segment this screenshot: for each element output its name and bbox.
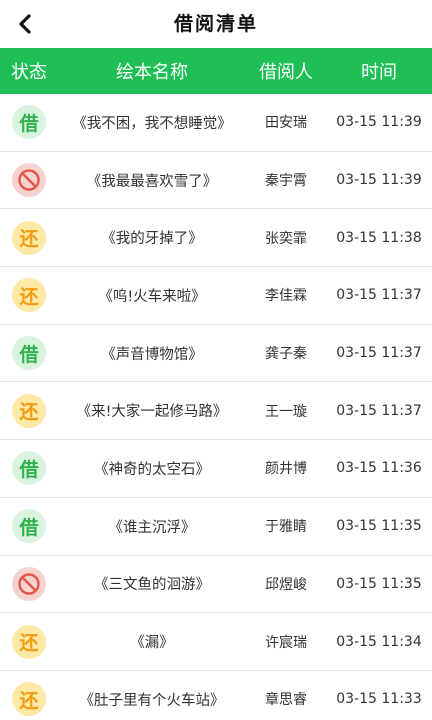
table-row[interactable]: 还 《漏》 许宸瑞 03-15 11:34 xyxy=(0,613,432,671)
status-cell: 还 xyxy=(0,278,58,313)
table-row[interactable]: 还 《来!大家一起修马路》 王一璇 03-15 11:37 xyxy=(0,382,432,441)
book-title: 《谁主沉浮》 xyxy=(108,519,196,536)
borrow-list: 借 《我不困，我不想睡觉》 田安瑞 03-15 11:39 《我最最喜欢雪了》 秦宇霄 03… xyxy=(0,94,432,720)
status-badge-return: 还 xyxy=(12,278,46,313)
status-badge-borrow: 借 xyxy=(12,451,46,486)
status-badge-borrow: 借 xyxy=(12,105,46,140)
borrower-name: 章思睿 xyxy=(265,692,307,709)
borrow-time: 03-15 11:39 xyxy=(336,114,422,131)
status-badge-borrow: 借 xyxy=(12,509,46,544)
borrow-time: 03-15 11:36 xyxy=(336,460,422,477)
book-title: 《我最最喜欢雪了》 xyxy=(86,173,218,190)
borrower-name: 田安瑞 xyxy=(265,115,307,132)
header-status: 状态 xyxy=(11,62,47,83)
borrower-name: 颜井博 xyxy=(265,461,307,478)
table-row[interactable]: 借 《神奇的太空石》 颜井博 03-15 11:36 xyxy=(0,440,432,498)
book-title: 《呜!火车来啦》 xyxy=(98,288,206,305)
status-cell: 借 xyxy=(0,451,58,486)
status-cell: 借 xyxy=(0,509,58,544)
borrower-name: 李佳霖 xyxy=(265,288,307,305)
borrow-time: 03-15 11:39 xyxy=(336,172,422,189)
borrower-name: 张奕霏 xyxy=(265,230,307,247)
borrow-time: 03-15 11:37 xyxy=(336,402,422,419)
status-cell: 借 xyxy=(0,105,58,140)
table-row[interactable]: 还 《肚子里有个火车站》 章思睿 03-15 11:33 xyxy=(0,670,432,720)
table-row[interactable]: 借 《声音博物馆》 龚子秦 03-15 11:37 xyxy=(0,324,432,383)
status-cell: 还 xyxy=(0,393,58,428)
status-cell: 还 xyxy=(0,682,58,717)
book-title: 《肚子里有个火车站》 xyxy=(79,692,225,709)
status-cell: 借 xyxy=(0,336,58,371)
header-borrower: 借阅人 xyxy=(259,62,313,83)
book-title: 《声音博物馆》 xyxy=(101,346,203,363)
book-title: 《我的牙掉了》 xyxy=(101,231,203,248)
status-cell xyxy=(0,163,58,198)
book-title: 《我不困，我不想睡觉》 xyxy=(72,115,232,132)
book-title: 《来!大家一起修马路》 xyxy=(76,404,228,421)
borrow-time: 03-15 11:38 xyxy=(336,229,422,246)
status-cell: 还 xyxy=(0,220,58,255)
header-book-title: 绘本名称 xyxy=(116,62,188,83)
prohibited-icon xyxy=(12,163,46,198)
table-row[interactable]: 《我最最喜欢雪了》 秦宇霄 03-15 11:39 xyxy=(0,151,432,210)
book-title: 《三文鱼的洄游》 xyxy=(94,577,210,594)
navigation-bar: 借阅清单 xyxy=(0,0,432,48)
borrower-name: 龚子秦 xyxy=(265,346,307,363)
status-badge-borrow: 借 xyxy=(12,336,46,371)
status-cell xyxy=(0,566,58,601)
book-title: 《漏》 xyxy=(130,635,174,652)
borrow-time: 03-15 11:35 xyxy=(336,575,422,592)
table-row[interactable]: 还 《我的牙掉了》 张奕霏 03-15 11:38 xyxy=(0,209,432,268)
borrower-name: 邱煜峻 xyxy=(265,576,307,593)
table-row[interactable]: 还 《呜!火车来啦》 李佳霖 03-15 11:37 xyxy=(0,267,432,325)
borrow-time: 03-15 11:37 xyxy=(336,345,422,362)
status-badge-return: 还 xyxy=(12,624,46,659)
status-badge-return: 还 xyxy=(12,682,46,717)
table-header: 状态 绘本名称 借阅人 时间 xyxy=(0,48,432,94)
table-row[interactable]: 借 《谁主沉浮》 于雅睛 03-15 11:35 xyxy=(0,497,432,556)
prohibited-icon xyxy=(12,566,46,601)
table-row[interactable]: 借 《我不困，我不想睡觉》 田安瑞 03-15 11:39 xyxy=(0,94,432,152)
status-cell: 还 xyxy=(0,624,58,659)
borrow-time: 03-15 11:34 xyxy=(336,633,422,650)
borrower-name: 王一璇 xyxy=(265,403,307,420)
borrow-time: 03-15 11:37 xyxy=(336,287,422,304)
borrow-time: 03-15 11:35 xyxy=(336,518,422,535)
table-row[interactable]: 《三文鱼的洄游》 邱煜峻 03-15 11:35 xyxy=(0,555,432,614)
status-badge-return: 还 xyxy=(12,393,46,428)
borrower-name: 秦宇霄 xyxy=(265,173,307,190)
borrower-name: 于雅睛 xyxy=(265,519,307,536)
page-title: 借阅清单 xyxy=(173,13,258,35)
borrower-name: 许宸瑞 xyxy=(265,634,307,651)
status-badge-return: 还 xyxy=(12,220,46,255)
borrow-time: 03-15 11:33 xyxy=(336,691,422,708)
book-title: 《神奇的太空石》 xyxy=(94,461,210,478)
header-time: 时间 xyxy=(361,62,397,83)
